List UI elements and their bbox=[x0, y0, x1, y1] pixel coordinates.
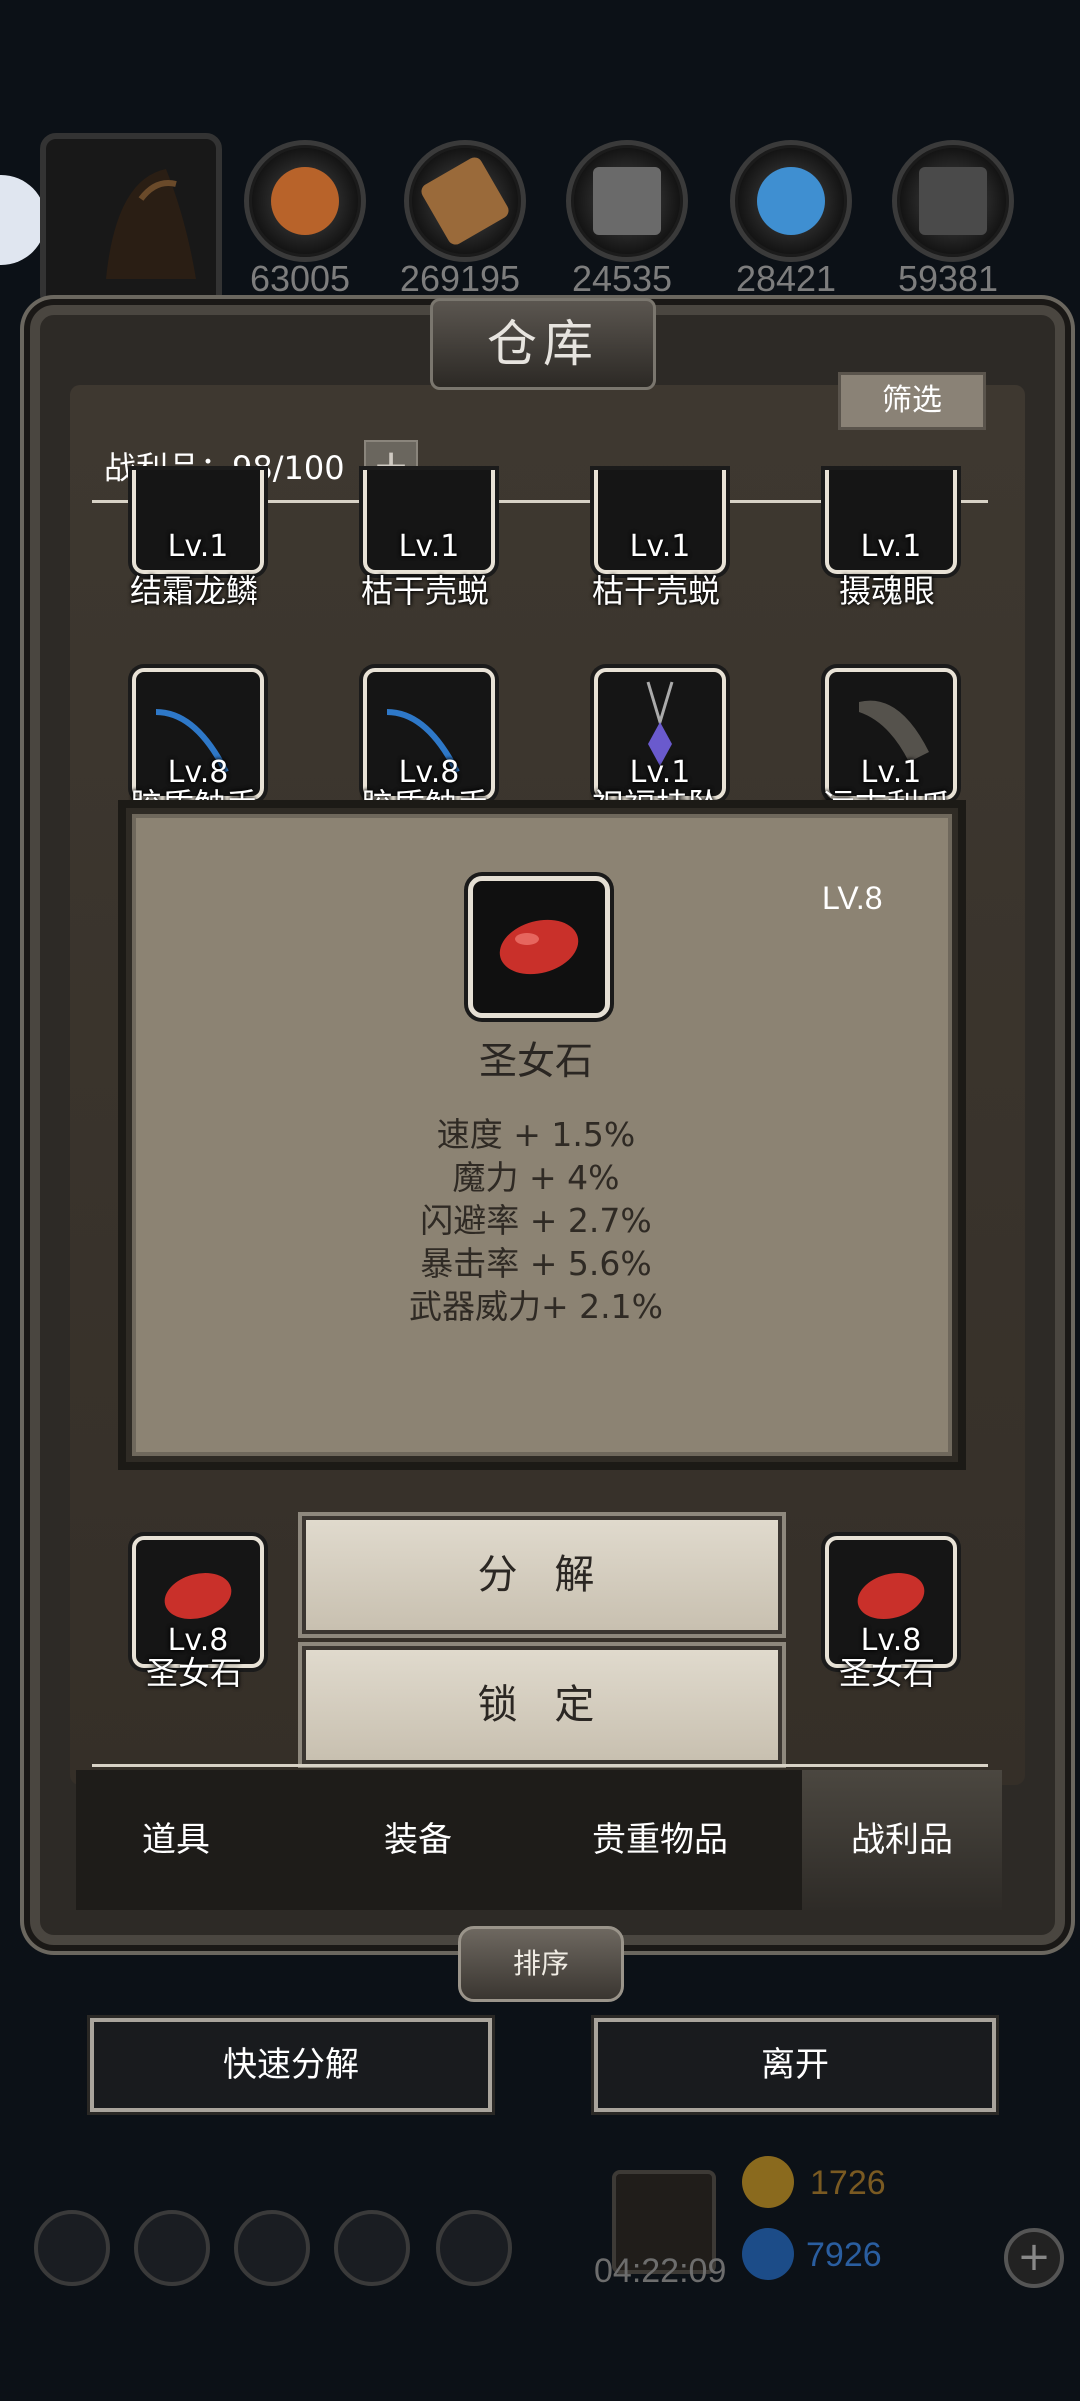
item-name: 枯干壳蜕 bbox=[360, 572, 489, 610]
tooltip-level: LV.8 bbox=[822, 880, 883, 916]
crystal-icon bbox=[757, 167, 825, 235]
gold-coin-icon bbox=[742, 2156, 794, 2208]
item-slot[interactable]: Lv.1 bbox=[132, 470, 264, 574]
item-level: Lv.1 bbox=[398, 529, 460, 564]
item-name: 摄魂眼 bbox=[838, 572, 935, 610]
item-slot[interactable]: Lv.1 bbox=[594, 470, 726, 574]
resource-count: 59381 bbox=[897, 258, 999, 299]
gift-timer: 04:22:09 bbox=[594, 2252, 727, 2290]
divider bbox=[92, 1764, 988, 1767]
gold-amount: 1726 bbox=[810, 2164, 886, 2202]
filter-button[interactable]: 筛选 bbox=[838, 372, 986, 430]
iron-ingot-icon bbox=[593, 167, 661, 235]
tooltip-item-name: 圣女石 bbox=[478, 1039, 593, 1083]
red-stone-icon bbox=[499, 919, 579, 975]
resource-crystal[interactable] bbox=[730, 140, 852, 262]
achievement-icon[interactable] bbox=[134, 2210, 210, 2286]
gem-icon bbox=[742, 2228, 794, 2280]
wood-icon bbox=[418, 154, 512, 248]
leave-button[interactable]: 离开 bbox=[594, 2018, 996, 2112]
resource-meat[interactable] bbox=[244, 140, 366, 262]
item-name: 胶质触手 bbox=[360, 786, 489, 810]
gem-amount: 7926 bbox=[806, 2236, 882, 2274]
tooltip-stat: 武器威力+ 2.1% bbox=[409, 1287, 663, 1326]
resource-count: 28421 bbox=[735, 258, 837, 299]
item-level: Lv.1 bbox=[167, 529, 229, 564]
quick-decompose-button[interactable]: 快速分解 bbox=[90, 2018, 492, 2112]
item-name: 祝福挂坠 bbox=[591, 786, 720, 810]
item-name: 远古利爪 bbox=[822, 786, 951, 810]
item-name: 圣女石 bbox=[145, 1654, 242, 1692]
character-portrait[interactable] bbox=[40, 133, 222, 310]
settings-icon[interactable] bbox=[34, 2210, 110, 2286]
hooded-figure-icon bbox=[106, 169, 196, 279]
mail-icon[interactable] bbox=[334, 2210, 410, 2286]
tooltip-stat: 速度 + 1.5% bbox=[436, 1115, 636, 1154]
item-name: 胶质触手 bbox=[129, 786, 258, 810]
tab-equipment[interactable]: 装备 bbox=[308, 1812, 528, 1861]
resource-count: 24535 bbox=[571, 258, 673, 299]
tooltip-stat: 闪避率 + 2.7% bbox=[420, 1201, 652, 1240]
sort-button[interactable]: 排序 bbox=[458, 1926, 624, 2002]
item-level: Lv.1 bbox=[860, 529, 922, 564]
stone-icon bbox=[919, 167, 987, 235]
add-currency-button[interactable]: + bbox=[1004, 2228, 1064, 2288]
item-slot[interactable]: Lv.1 bbox=[363, 470, 495, 574]
window-title: 仓库 bbox=[430, 298, 656, 390]
item-name: 枯干壳蜕 bbox=[591, 572, 720, 610]
item-slot[interactable]: Lv.1 bbox=[825, 470, 957, 574]
tooltip-item-icon bbox=[468, 876, 610, 1018]
battle-icon[interactable] bbox=[436, 2210, 512, 2286]
lock-button[interactable]: 锁 定 bbox=[302, 1646, 782, 1764]
resource-stone[interactable] bbox=[892, 140, 1014, 262]
item-level: Lv.1 bbox=[629, 529, 691, 564]
item-name: 结霜龙鳞 bbox=[129, 572, 258, 610]
decompose-button[interactable]: 分 解 bbox=[302, 1516, 782, 1634]
tooltip-stat: 魔力 + 4% bbox=[452, 1158, 620, 1197]
resource-iron[interactable] bbox=[566, 140, 688, 262]
tab-loot[interactable]: 战利品 bbox=[792, 1812, 1012, 1861]
tooltip-stat: 暴击率 + 5.6% bbox=[420, 1244, 652, 1283]
tab-valuables[interactable]: 贵重物品 bbox=[550, 1812, 770, 1861]
item-name: 圣女石 bbox=[838, 1654, 935, 1692]
resource-count: 269195 bbox=[399, 258, 521, 299]
resource-wood[interactable] bbox=[404, 140, 526, 262]
resource-count: 63005 bbox=[249, 258, 351, 299]
quest-icon[interactable] bbox=[234, 2210, 310, 2286]
tab-items[interactable]: 道具 bbox=[66, 1812, 286, 1861]
meat-icon bbox=[271, 167, 339, 235]
